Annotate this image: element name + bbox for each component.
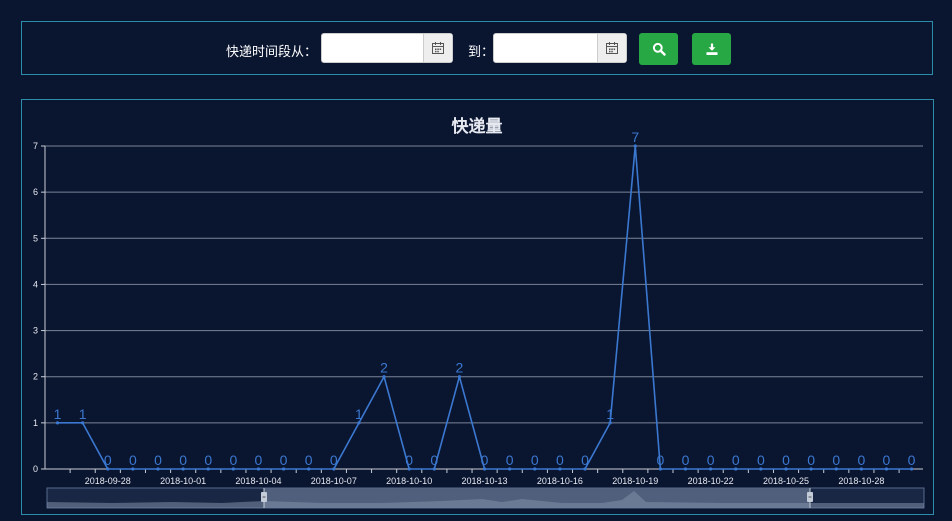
filter-panel: 快递时间段从： 到： [21,21,933,75]
from-label: 快递时间段从： [226,44,318,59]
x-tick-label: 2018-10-07 [311,476,357,486]
export-button[interactable] [692,33,731,65]
y-tick-label: 2 [33,372,38,382]
data-label: 0 [782,452,790,468]
data-label: 0 [556,452,564,468]
to-label: 到： [468,44,495,59]
x-tick-label: 2018-09-28 [85,476,131,486]
data-label: 0 [908,452,916,468]
y-tick-label: 6 [33,187,38,197]
calendar-icon[interactable] [597,34,626,62]
data-label: 0 [405,452,413,468]
data-label: 1 [355,406,363,422]
data-label: 0 [330,452,338,468]
data-label: 2 [380,360,388,376]
data-label: 0 [129,452,137,468]
data-label: 0 [255,452,263,468]
line-chart: 快递量 0 1 2 3 4 5 6 7 2018-09-28 2018-10-01 2018-10-… [33,116,925,509]
x-tick-label: 2018-10-04 [235,476,281,486]
data-label: 0 [581,452,589,468]
data-label: 0 [305,452,313,468]
data-label: 0 [656,452,664,468]
x-tick-label: 2018-10-13 [462,476,508,486]
data-label: 0 [531,452,539,468]
data-label: 0 [832,452,840,468]
data-label: 0 [229,452,237,468]
data-label: 0 [280,452,288,468]
y-tick-label: 1 [33,418,38,428]
x-tick-label: 2018-10-16 [537,476,583,486]
data-label: 0 [757,452,765,468]
y-tick-label: 7 [33,141,38,151]
x-tick-label: 2018-10-10 [386,476,432,486]
series-line [57,145,912,470]
data-label: 0 [179,452,187,468]
to-date-input[interactable] [493,33,627,63]
data-label: 0 [506,452,514,468]
chart-panel: 快递量 0 1 2 3 4 5 6 7 2018-09-28 2018-10-01 2018-10-… [21,99,934,515]
data-label: 0 [430,452,438,468]
data-label: 0 [807,452,815,468]
to-date-field[interactable] [494,34,598,62]
x-tick-label: 2018-10-22 [688,476,734,486]
data-zoom-slider[interactable] [46,487,925,509]
x-tick-label: 2018-10-01 [160,476,206,486]
y-tick-label: 0 [33,464,38,474]
data-label: 0 [857,452,865,468]
data-label: 0 [481,452,489,468]
download-icon [706,43,717,55]
data-label: 2 [456,360,464,376]
y-tick-label: 4 [33,279,38,289]
x-tick-label: 2018-10-28 [838,476,884,486]
y-tick-label: 3 [33,326,38,336]
data-label: 1 [606,406,614,422]
data-label: 0 [104,452,112,468]
data-label: 1 [54,406,62,422]
calendar-icon[interactable] [423,34,452,62]
data-label: 0 [883,452,891,468]
from-date-input[interactable] [321,33,453,63]
data-label: 0 [732,452,740,468]
y-tick-label: 5 [33,233,38,243]
x-tick-label: 2018-10-19 [612,476,658,486]
search-button[interactable] [639,33,678,65]
data-label: 0 [682,452,690,468]
data-label: 0 [154,452,162,468]
x-tick-label: 2018-10-25 [763,476,809,486]
from-date-field[interactable] [322,34,426,62]
data-label: 0 [204,452,212,468]
data-label: 1 [79,406,87,422]
data-label: 0 [707,452,715,468]
data-label: 7 [631,129,639,145]
chart-title: 快递量 [452,116,503,136]
search-icon [652,42,666,56]
